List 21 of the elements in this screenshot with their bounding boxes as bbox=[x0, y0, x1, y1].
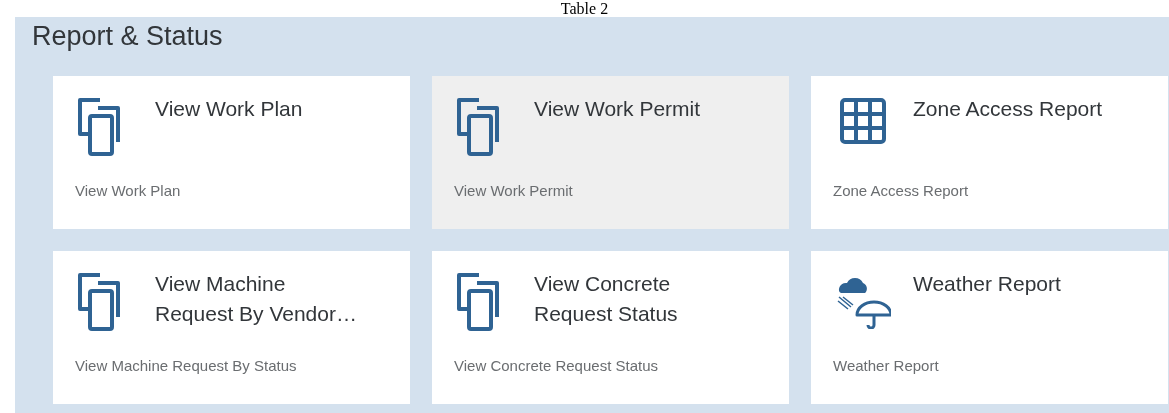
tile-title: View Machine Request By Vendor… bbox=[155, 271, 358, 327]
tile-subtitle: View Machine Request By Status bbox=[75, 357, 298, 374]
app-tile[interactable]: View Work Plan View Work Plan bbox=[53, 76, 410, 229]
tile-subtitle: View Concrete Request Status bbox=[454, 357, 659, 374]
tile-title: View Work Permit bbox=[534, 96, 701, 122]
tile-title: Weather Report bbox=[913, 271, 1061, 297]
grid-icon bbox=[840, 98, 886, 144]
tile-subtitle: Weather Report bbox=[833, 357, 940, 374]
app-tile[interactable]: Zone Access Report Zone Access Report bbox=[811, 76, 1168, 229]
app-tile[interactable]: View Machine Request By Vendor… View Machine Request By Status bbox=[53, 251, 410, 404]
app-tile[interactable]: View Work Permit View Work Permit bbox=[432, 76, 789, 229]
tile-title: Zone Access Report bbox=[913, 96, 1103, 122]
table-caption: Table 2 bbox=[560, 0, 609, 17]
app-tile[interactable]: View Concrete Request Status View Concrete Request Status bbox=[432, 251, 789, 404]
app-tile[interactable]: Weather Report Weather Report bbox=[811, 251, 1168, 404]
tile-title: View Concrete Request Status bbox=[534, 271, 679, 327]
tile-subtitle: View Work Plan bbox=[75, 182, 182, 199]
group-title: Report & Status bbox=[31, 20, 224, 53]
tile-subtitle: Zone Access Report bbox=[833, 182, 970, 199]
tile-subtitle: View Work Permit bbox=[454, 182, 574, 199]
tile-title: View Work Plan bbox=[155, 96, 303, 122]
